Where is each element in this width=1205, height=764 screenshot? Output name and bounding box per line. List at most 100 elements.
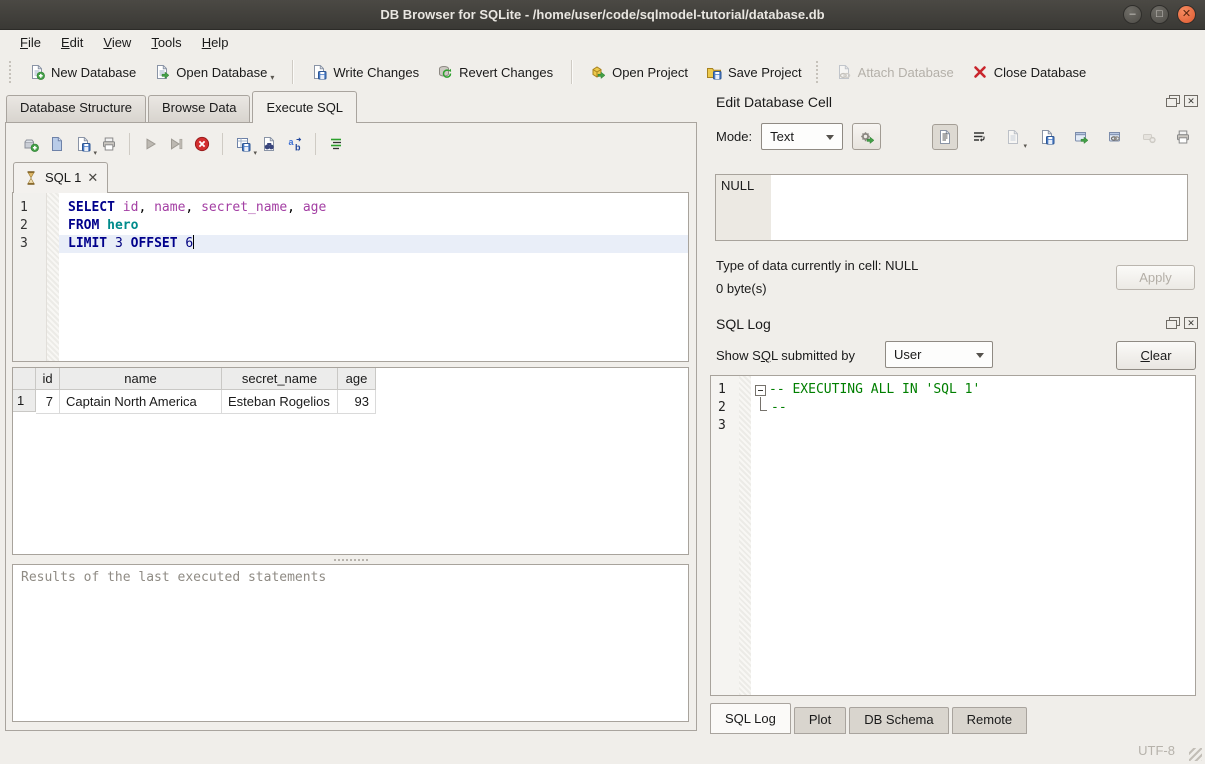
open-file-button[interactable]: ▾	[1000, 124, 1026, 150]
log-filter-row: Show SQL submitted by User Clear	[716, 341, 1196, 371]
execute-line-button[interactable]	[163, 131, 189, 157]
print-icon	[101, 136, 117, 152]
save-project-label: Save Project	[728, 65, 802, 80]
row-header-cell[interactable]: 1	[13, 390, 36, 412]
toolbar-separator	[315, 133, 316, 155]
sql-tabbar: SQL 1 ✕	[12, 161, 689, 192]
open-project-button[interactable]: Open Project	[581, 60, 697, 84]
toolbar-drag-handle[interactable]	[816, 61, 820, 83]
open-sql-file-icon	[49, 136, 65, 152]
tab-execute-sql[interactable]: Execute SQL	[252, 91, 357, 123]
grid-cell[interactable]: 93	[338, 390, 376, 414]
column-header-name[interactable]: name	[60, 368, 222, 390]
menu-edit[interactable]: Edit	[51, 32, 93, 53]
window-title: DB Browser for SQLite - /home/user/code/…	[0, 7, 1205, 22]
sql-tab-close-icon[interactable]: ✕	[87, 171, 98, 184]
attach-database-icon	[836, 64, 852, 80]
fold-collapse-icon[interactable]	[755, 385, 766, 396]
export-results-button[interactable]: ▾	[230, 131, 256, 157]
stop-button[interactable]	[189, 131, 215, 157]
log-filter-value: User	[894, 347, 921, 362]
code-line: SELECT id, name, secret_name, age	[59, 199, 688, 217]
save-sql-file-button[interactable]: ▾	[70, 131, 96, 157]
line-number: 2	[13, 217, 46, 235]
log-filter-combobox[interactable]: User	[885, 341, 993, 368]
sql-code-editor[interactable]: 123 SELECT id, name, secret_name, ageFRO…	[12, 192, 689, 362]
export-cell-button[interactable]	[1068, 124, 1094, 150]
print-button[interactable]	[1170, 124, 1196, 150]
text-document-button[interactable]	[932, 124, 958, 150]
tab-database-structure[interactable]: Database Structure	[6, 95, 146, 122]
open-database-button[interactable]: Open Database▾	[145, 59, 283, 86]
column-header-secret-name[interactable]: secret_name	[222, 368, 338, 390]
close-database-label: Close Database	[994, 65, 1087, 80]
clear-button[interactable]: Clear	[1116, 341, 1196, 370]
apply-button[interactable]: Apply	[1116, 265, 1195, 290]
open-sql-file-button[interactable]	[44, 131, 70, 157]
gear-arrow-icon	[859, 129, 875, 145]
cell-editor[interactable]: NULL	[715, 174, 1188, 241]
execute-sql-page: ▾ ▾ ab SQL 1 ✕ 123 SELECT id, name, secret…	[5, 122, 697, 731]
save-sql-file-icon	[75, 136, 91, 152]
dock-tab-sql-log[interactable]: SQL Log	[710, 703, 791, 734]
revert-changes-button[interactable]: Revert Changes	[428, 60, 562, 84]
grid-cell[interactable]: 7	[36, 390, 60, 414]
code-token	[115, 200, 123, 215]
format-lines-icon	[328, 136, 344, 152]
menu-tools[interactable]: Tools	[141, 32, 191, 53]
word-wrap-button[interactable]	[966, 124, 992, 150]
dock-tab-db-schema[interactable]: DB Schema	[849, 707, 948, 734]
attach-database-button: Attach Database	[827, 60, 963, 84]
open-url-button[interactable]	[1102, 124, 1128, 150]
log-fold-margin	[739, 376, 751, 695]
code-token: SELECT	[68, 200, 115, 215]
print-button[interactable]	[96, 131, 122, 157]
line-number: 2	[711, 399, 739, 417]
dock-tab-remote[interactable]: Remote	[952, 707, 1028, 734]
close-button[interactable]: ✕	[1177, 5, 1196, 24]
execute-all-button[interactable]	[137, 131, 163, 157]
grid-corner-cell[interactable]	[13, 368, 36, 390]
set-null-button[interactable]	[1136, 124, 1162, 150]
new-database-icon	[29, 64, 45, 80]
grid-header-row: idnamesecret_nameage	[13, 368, 688, 390]
resize-grip-icon[interactable]	[1189, 748, 1202, 761]
sql-log-editor[interactable]: 123 -- EXECUTING ALL IN 'SQL 1'--	[710, 375, 1196, 696]
new-database-button[interactable]: New Database	[20, 60, 145, 84]
code-token: id	[123, 200, 139, 215]
close-database-button[interactable]: Close Database	[963, 60, 1096, 84]
save-project-button[interactable]: Save Project	[697, 60, 811, 84]
horizontal-splitter[interactable]	[12, 555, 689, 564]
menu-view[interactable]: View	[93, 32, 141, 53]
format-lines-button[interactable]	[323, 131, 349, 157]
float-dock-icon[interactable]	[1166, 95, 1180, 107]
sql-tab[interactable]: SQL 1 ✕	[13, 162, 108, 193]
find-icon	[261, 136, 277, 152]
write-changes-label: Write Changes	[333, 65, 419, 80]
menu-help[interactable]: Help	[192, 32, 239, 53]
maximize-button[interactable]: □	[1150, 5, 1169, 24]
toolbar-drag-handle[interactable]	[9, 61, 13, 83]
replace-text-button[interactable]: ab	[282, 131, 308, 157]
write-changes-button[interactable]: Write Changes	[302, 60, 428, 84]
open-project-icon	[590, 64, 606, 80]
mode-combobox[interactable]: Text	[761, 123, 843, 150]
line-number: 1	[711, 381, 739, 399]
grid-cell[interactable]: Esteban Rogelios	[222, 390, 338, 414]
mode-label: Mode:	[716, 129, 752, 144]
menu-file[interactable]: File	[10, 32, 51, 53]
tab-browse-data[interactable]: Browse Data	[148, 95, 250, 122]
close-dock-icon[interactable]: ✕	[1184, 317, 1198, 329]
close-dock-icon[interactable]: ✕	[1184, 95, 1198, 107]
code-token	[107, 236, 115, 251]
dock-tab-plot[interactable]: Plot	[794, 707, 846, 734]
column-header-id[interactable]: id	[36, 368, 60, 390]
find-button[interactable]	[256, 131, 282, 157]
column-header-age[interactable]: age	[338, 368, 376, 390]
float-dock-icon[interactable]	[1166, 317, 1180, 329]
new-sql-tab-button[interactable]	[18, 131, 44, 157]
save-as-button[interactable]	[1034, 124, 1060, 150]
minimize-button[interactable]: –	[1123, 5, 1142, 24]
grid-cell[interactable]: Captain North America	[60, 390, 222, 414]
auto-apply-button[interactable]	[852, 123, 881, 150]
